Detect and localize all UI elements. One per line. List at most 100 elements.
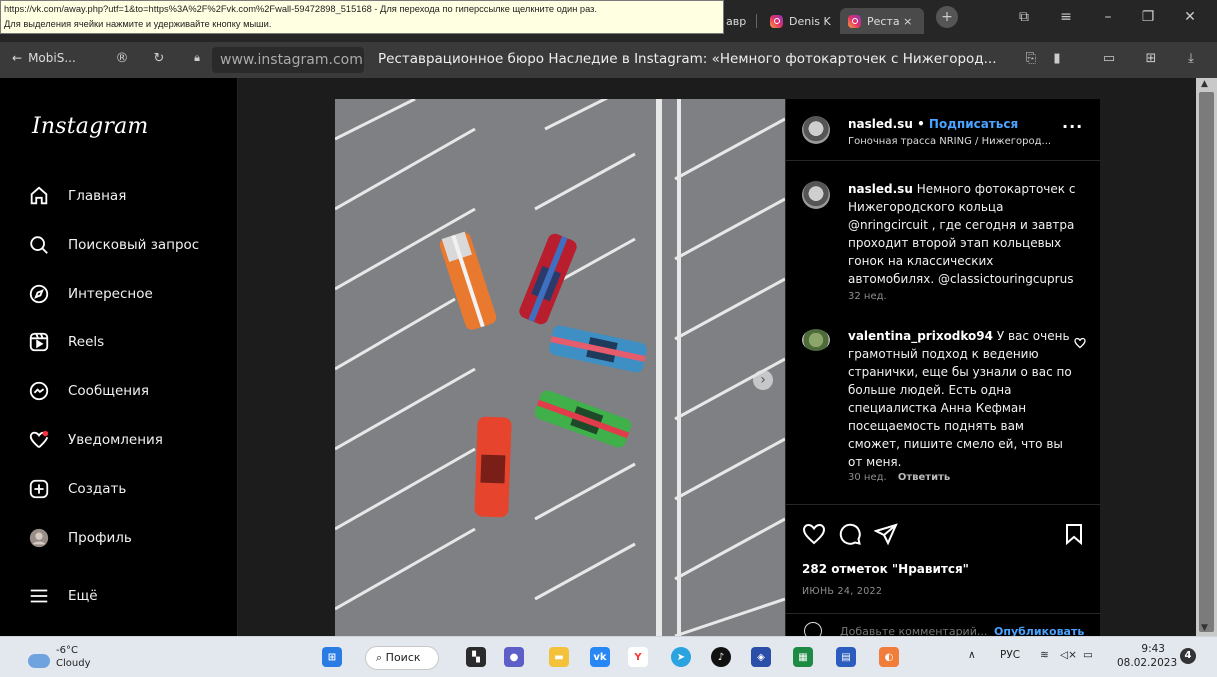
comment-username[interactable]: valentina_prixodko94 <box>848 329 993 343</box>
comment-input[interactable]: Добавьте комментарий... <box>840 625 987 636</box>
scrollbar-thumb[interactable] <box>1199 92 1214 632</box>
app-orange-icon[interactable]: ◐ <box>879 647 899 667</box>
reload-icon[interactable]: ↻ <box>150 51 168 66</box>
post-date: ИЮНЬ 24, 2022 <box>802 586 883 597</box>
sidebar-item-search[interactable]: Поисковый запрос <box>28 230 228 260</box>
system-clock[interactable]: 9:43 08.02.2023 <box>1117 642 1177 670</box>
sidebar-item-label: Профиль <box>68 530 132 546</box>
avatar[interactable] <box>802 116 830 144</box>
battery-saver-icon[interactable]: ▭ <box>1100 51 1118 66</box>
sidebar-item-create[interactable]: Создать <box>28 474 228 504</box>
sidebar-item-profile[interactable]: Профиль <box>28 523 228 553</box>
scroll-down-icon[interactable]: ▼ <box>1201 623 1208 633</box>
chevron-right-icon: › <box>760 372 766 388</box>
like-heart-icon[interactable] <box>802 522 826 546</box>
follow-button[interactable]: Подписаться <box>929 117 1018 131</box>
taskbar-search[interactable]: ⌕ Поиск <box>365 646 439 670</box>
windows-start-icon[interactable]: ⊞ <box>322 647 342 667</box>
yandex-browser-icon[interactable]: Y <box>628 647 648 667</box>
share-icon[interactable] <box>874 522 898 546</box>
tab-active[interactable]: Реста × <box>840 8 924 34</box>
tray-chevron-icon[interactable]: ∧ <box>968 649 976 661</box>
vpn-icon[interactable]: ® <box>113 51 131 66</box>
sidebar-item-explore[interactable]: Интересное <box>28 279 228 309</box>
cloud-icon <box>28 654 50 668</box>
post-actions: 282 отметок "Нравится" ИЮНЬ 24, 2022 Доб… <box>786 504 1101 636</box>
sidebar-item-reels[interactable]: Reels <box>28 327 228 357</box>
sidebar-item-label: Главная <box>68 188 127 204</box>
like-comment-heart-icon[interactable] <box>1074 337 1086 349</box>
weather-widget[interactable]: -6°C Cloudy <box>28 644 90 670</box>
avatar[interactable] <box>802 329 830 351</box>
tab-separator <box>756 14 757 28</box>
wifi-icon[interactable]: ≋ <box>1040 649 1049 661</box>
sidebar-item-label: Reels <box>68 334 105 350</box>
bookmark-icon[interactable]: ▮ <box>1048 51 1066 66</box>
menu-icon[interactable]: ≡ <box>1056 9 1076 25</box>
sidebar-item-messages[interactable]: Сообщения <box>28 376 228 406</box>
sidebar-item-home[interactable]: Главная <box>28 181 228 211</box>
search-icon <box>28 234 50 256</box>
file-explorer-icon[interactable]: ▬ <box>549 647 569 667</box>
comment-icon[interactable] <box>838 522 862 546</box>
new-tab-button[interactable]: + <box>936 6 958 28</box>
weather-text: -6°C Cloudy <box>56 644 90 670</box>
windows-taskbar: -6°C Cloudy ⊞ ⌕ Поиск ▚ ● ▬ vk Y ➤ ♪ ◈ ▦… <box>0 636 1217 677</box>
instagram-logo[interactable]: Instagram <box>32 114 148 139</box>
heart-icon <box>28 429 50 451</box>
copy-icon[interactable]: ⎘ <box>1022 51 1040 66</box>
emoji-icon[interactable] <box>804 622 822 636</box>
scroll-up-icon[interactable]: ▲ <box>1201 79 1208 89</box>
minimize-button[interactable]: – <box>1098 9 1118 25</box>
task-view-icon[interactable]: ▚ <box>466 647 486 667</box>
tab-denis[interactable]: Denis K <box>762 8 839 34</box>
word-icon[interactable]: ▤ <box>836 647 856 667</box>
close-button[interactable]: ✕ <box>1180 9 1200 25</box>
instagram-favicon-icon <box>848 14 861 28</box>
teams-chat-icon[interactable]: ● <box>504 647 524 667</box>
caption-text: Немного фотокарточек с Нижегородского ко… <box>848 182 1076 286</box>
avatar-icon <box>28 527 50 549</box>
search-icon: ⌕ <box>376 651 383 664</box>
reply-button[interactable]: Ответить <box>898 472 950 483</box>
download-icon[interactable]: ⤓ <box>1182 51 1200 66</box>
back-button[interactable]: ← MobiS... <box>12 51 76 65</box>
race-cars-aerial-photo <box>335 99 785 636</box>
next-photo-button[interactable]: › <box>753 370 773 390</box>
home-icon <box>28 185 50 207</box>
more-options-icon[interactable]: ··· <box>1062 117 1083 136</box>
likes-count[interactable]: 282 отметок "Нравится" <box>802 562 969 576</box>
maximize-button[interactable]: ❐ <box>1138 9 1158 25</box>
sidebar-item-notifications[interactable]: Уведомления <box>28 425 228 455</box>
save-bookmark-icon[interactable] <box>1062 522 1086 546</box>
sidebar-item-label: Создать <box>68 481 127 497</box>
telegram-icon[interactable]: ➤ <box>671 647 691 667</box>
address-bar: ← MobiS... ® ↻ 🔒︎ www.instagram.com Рест… <box>0 42 1217 78</box>
tabs-overview-icon[interactable]: ⧉ <box>1014 9 1034 25</box>
screen: авр Denis K Реста × + ⧉ ≡ – ❐ ✕ https://… <box>0 0 1217 677</box>
avatar[interactable] <box>802 181 830 209</box>
post-comment-button[interactable]: Опубликовать <box>994 625 1084 636</box>
orange-red-car <box>474 416 512 518</box>
language-indicator[interactable]: РУС <box>1000 649 1020 661</box>
compass-icon <box>28 283 50 305</box>
post-location[interactable]: Гоночная трасса NRING / Нижегород... <box>848 136 1051 147</box>
post-photo[interactable] <box>335 99 785 636</box>
volume-icon[interactable]: ◁× <box>1060 649 1077 661</box>
tiktok-icon[interactable]: ♪ <box>711 647 731 667</box>
scrollbar[interactable]: ▲ ▼ <box>1196 78 1217 636</box>
notification-badge[interactable]: 4 <box>1180 648 1196 664</box>
page-title: Реставрационное бюро Наследие в Instagra… <box>378 51 997 67</box>
vk-icon[interactable]: vk <box>590 647 610 667</box>
url-field[interactable]: www.instagram.com <box>212 47 364 73</box>
sidebar-item-more[interactable]: Ещё <box>28 581 228 611</box>
caption-username[interactable]: nasled.su <box>848 182 913 196</box>
security-shield-icon[interactable]: ◈ <box>751 647 771 667</box>
comment-time: 30 нед. <box>848 472 887 483</box>
excel-icon[interactable]: ▦ <box>793 647 813 667</box>
post-username[interactable]: nasled.su <box>848 117 913 131</box>
tab-label: Denis K <box>789 14 831 28</box>
extensions-icon[interactable]: ⊞ <box>1142 51 1160 66</box>
battery-icon[interactable]: ▭ <box>1083 649 1093 661</box>
post-author-line: nasled.su • Подписаться <box>848 117 1018 131</box>
